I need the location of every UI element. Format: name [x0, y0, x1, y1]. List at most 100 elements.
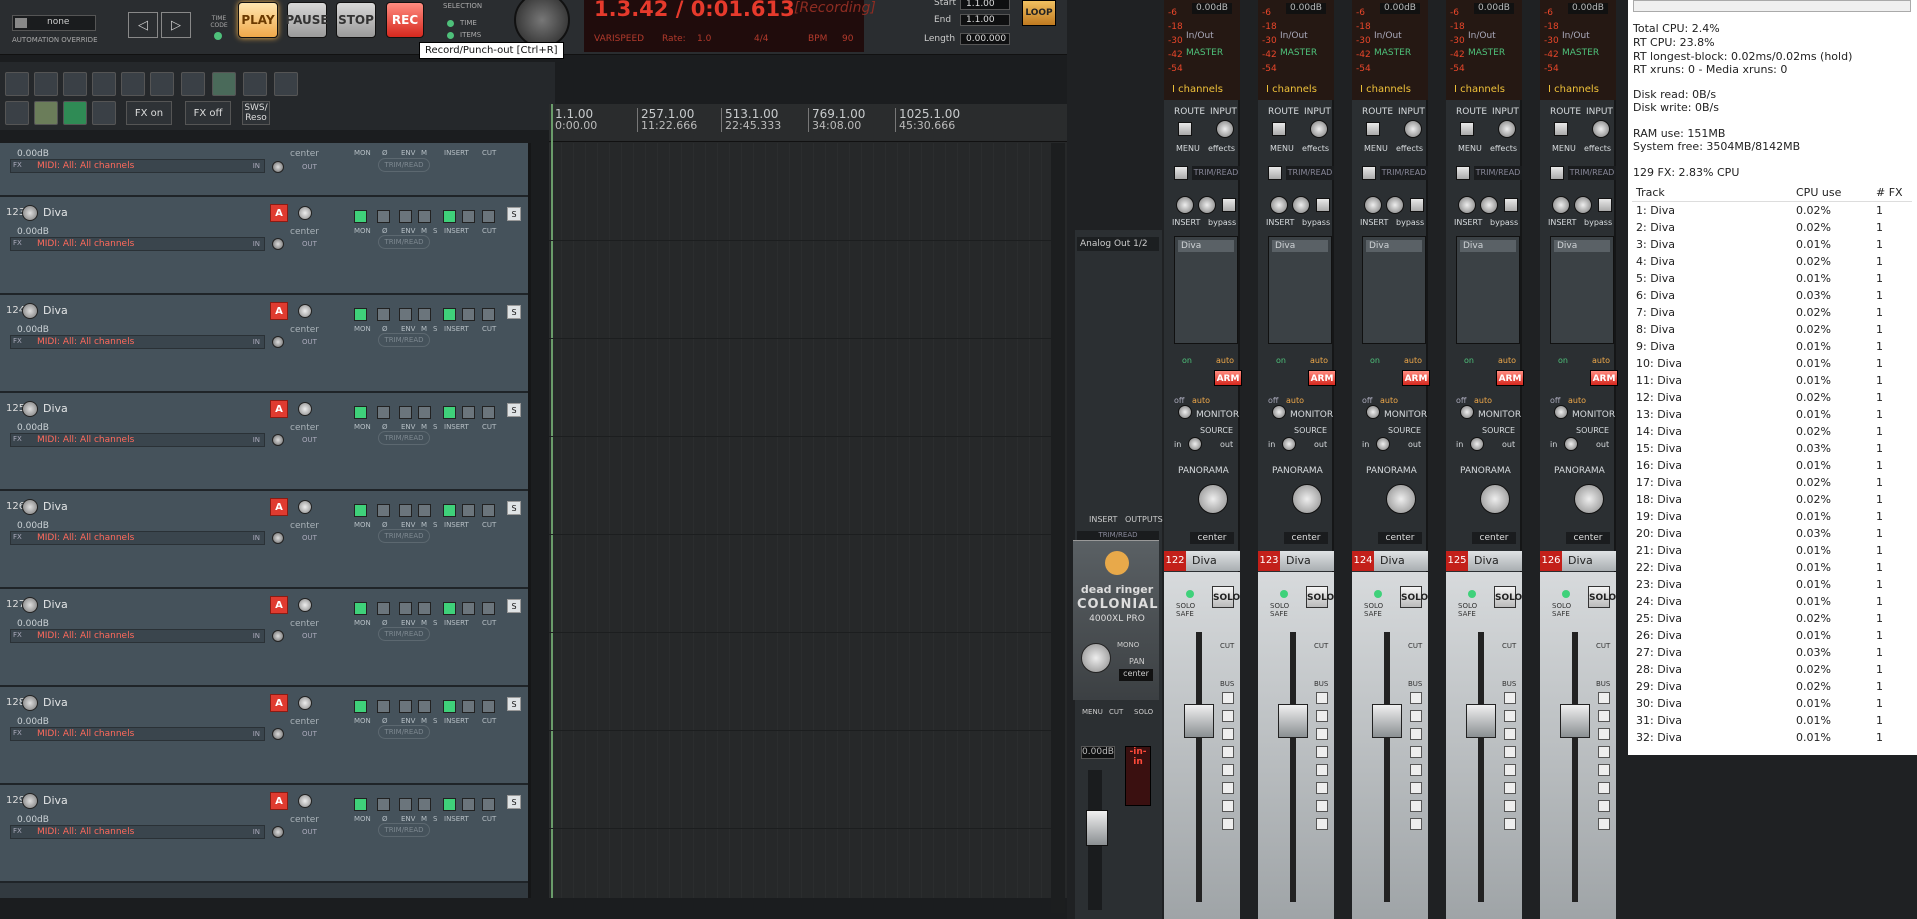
bus-assign-button[interactable] [1598, 728, 1610, 740]
bypass-button[interactable] [1316, 198, 1330, 212]
pan-knob-icon[interactable] [298, 696, 312, 710]
trim-button[interactable] [1456, 166, 1470, 180]
track-lane[interactable] [549, 829, 1061, 898]
fx-slot-panel[interactable]: Diva [1362, 236, 1426, 344]
table-row[interactable]: 12: Diva 0.02% 1 [1632, 389, 1912, 406]
bus-assign-button[interactable] [1222, 764, 1234, 776]
stop-button[interactable]: STOP [336, 2, 376, 38]
automation-mode-select[interactable]: TRIM/READ [378, 235, 430, 249]
track-volume-knob-icon[interactable] [22, 597, 38, 613]
output-knob-icon[interactable] [272, 336, 284, 348]
bus-assign-button[interactable] [1410, 800, 1422, 812]
source-knob-icon[interactable] [1188, 437, 1202, 451]
trim-button[interactable] [1362, 166, 1376, 180]
record-arm-button[interactable]: A [270, 400, 288, 418]
select-button[interactable]: S [507, 501, 521, 515]
bus-assign-button[interactable] [1222, 692, 1234, 704]
new-project-icon[interactable] [5, 72, 29, 96]
input-knob-icon[interactable] [1216, 120, 1234, 138]
fx-slot-panel[interactable]: Diva [1174, 236, 1238, 344]
track-toggle-button[interactable] [462, 504, 475, 517]
track-toggle-button[interactable] [443, 602, 456, 615]
arm-button[interactable]: ARM [1308, 370, 1336, 386]
solo-button[interactable]: SOLO [1494, 586, 1522, 608]
channel-name-bar[interactable]: 123 Diva [1258, 551, 1334, 571]
pan-knob[interactable] [1386, 484, 1416, 514]
track-volume[interactable]: 0.00dB [17, 521, 49, 531]
pan-knob[interactable] [1480, 484, 1510, 514]
bus-assign-button[interactable] [1598, 692, 1610, 704]
pan-knob[interactable] [1198, 484, 1228, 514]
bus-assign-button[interactable] [1598, 782, 1610, 794]
loop-toggle-icon[interactable] [63, 101, 87, 125]
track-toggle-button[interactable] [399, 406, 412, 419]
bus-assign-button[interactable] [1504, 710, 1516, 722]
track-volume-knob-icon[interactable] [22, 205, 38, 221]
table-row[interactable]: 26: Diva 0.01% 1 [1632, 627, 1912, 644]
bypass-button[interactable] [1598, 198, 1612, 212]
output-knob-icon[interactable] [272, 728, 284, 740]
automation-mode-select[interactable]: TRIM/READ [1286, 166, 1334, 180]
bus-assign-button[interactable] [1504, 818, 1516, 830]
track-lane[interactable] [549, 339, 1061, 437]
track-name[interactable]: Diva [43, 500, 68, 513]
table-row[interactable]: 22: Diva 0.01% 1 [1632, 559, 1912, 576]
column-fx[interactable]: # FX [1872, 184, 1912, 202]
track-row[interactable]: 0.00dB FX MIDI: All: All channels IN OUT… [0, 143, 528, 197]
automation-mode-select[interactable]: TRIM/READ [1568, 166, 1616, 180]
time-selection-led-icon[interactable] [447, 20, 454, 27]
lock-icon[interactable] [92, 101, 116, 125]
track-volume-knob-icon[interactable] [22, 401, 38, 417]
track-lane[interactable] [549, 535, 1061, 633]
output-knob-icon[interactable] [272, 630, 284, 642]
record-arm-button[interactable]: A [270, 792, 288, 810]
track-volume[interactable]: 0.00dB [17, 227, 49, 237]
track-lane[interactable] [549, 241, 1061, 339]
bus-assign-button[interactable] [1316, 800, 1328, 812]
channel-name[interactable]: Diva [1192, 554, 1217, 567]
channel-name-bar[interactable]: 125 Diva [1446, 551, 1522, 571]
select-button[interactable]: S [507, 697, 521, 711]
send-knob-icon[interactable] [1386, 196, 1404, 214]
fx-slot-panel[interactable]: Diva [1268, 236, 1332, 344]
bus-assign-button[interactable] [1316, 764, 1328, 776]
ripple-edit-icon[interactable] [212, 72, 236, 96]
channel-name[interactable]: Diva [1568, 554, 1593, 567]
output-knob-icon[interactable] [272, 826, 284, 838]
bus-assign-button[interactable] [1316, 746, 1328, 758]
table-row[interactable]: 2: Diva 0.02% 1 [1632, 219, 1912, 236]
insert-knob-icon[interactable] [1176, 196, 1194, 214]
table-row[interactable]: 21: Diva 0.01% 1 [1632, 542, 1912, 559]
bus-assign-button[interactable] [1222, 818, 1234, 830]
send-knob-icon[interactable] [1198, 196, 1216, 214]
automation-mode-select[interactable]: TRIM/READ [1380, 166, 1428, 180]
table-row[interactable]: 7: Diva 0.02% 1 [1632, 304, 1912, 321]
output-knob-icon[interactable] [272, 238, 284, 250]
automation-mode-select[interactable]: TRIM/READ [378, 431, 430, 445]
track-name[interactable]: Diva [43, 304, 68, 317]
track-row[interactable]: 126 Diva 0.00dB Acenter MON Ø ENV M S INSERT CUT S F… [0, 491, 528, 589]
monitor-knob-icon[interactable] [1366, 405, 1380, 419]
bus-assign-button[interactable] [1410, 764, 1422, 776]
open-project-icon[interactable] [34, 72, 58, 96]
input-knob-icon[interactable] [1592, 120, 1610, 138]
track-volume[interactable]: 0.00dB [17, 717, 49, 727]
pan-knob-icon[interactable] [298, 794, 312, 808]
arm-button[interactable]: ARM [1590, 370, 1618, 386]
track-volume[interactable]: 0.00dB [17, 815, 49, 825]
table-row[interactable]: 25: Diva 0.02% 1 [1632, 610, 1912, 627]
midi-input-select[interactable]: FX MIDI: All: All channels IN [10, 433, 265, 447]
track-lane[interactable] [549, 633, 1061, 731]
fx-slot-name[interactable]: Diva [1554, 240, 1610, 252]
track-toggle-button[interactable] [482, 210, 495, 223]
track-volume[interactable]: 0.00dB [17, 149, 49, 159]
track-toggle-button[interactable] [482, 798, 495, 811]
table-row[interactable]: 18: Diva 0.02% 1 [1632, 491, 1912, 508]
record-arm-button[interactable]: A [270, 498, 288, 516]
track-name[interactable]: Diva [43, 794, 68, 807]
track-volume[interactable]: 0.00dB [17, 423, 49, 433]
monitor-knob-icon[interactable] [1272, 405, 1286, 419]
input-knob-icon[interactable] [1404, 120, 1422, 138]
column-track[interactable]: Track [1632, 184, 1792, 202]
insert-knob-icon[interactable] [1458, 196, 1476, 214]
